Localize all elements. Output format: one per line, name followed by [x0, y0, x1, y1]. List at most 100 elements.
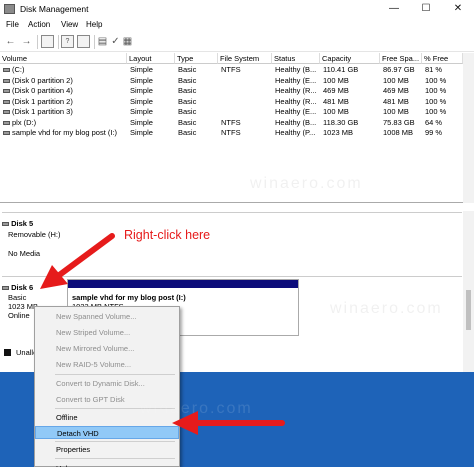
- menu-help[interactable]: Help: [86, 20, 102, 29]
- title-bar: Disk Management — ☐ ✕: [0, 0, 474, 18]
- volume-icon: [3, 68, 10, 72]
- cell-type: Basic: [178, 107, 197, 116]
- cell-layout: Simple: [130, 65, 153, 74]
- volume-icon: [3, 78, 10, 83]
- disk-6-label[interactable]: Disk 6: [2, 283, 33, 293]
- menu-item-properties[interactable]: Properties: [35, 443, 179, 456]
- cell-percent-free: 81 %: [425, 65, 443, 74]
- watermark: winaero.com: [330, 300, 443, 317]
- menu-action[interactable]: Action: [28, 20, 50, 29]
- menu-view[interactable]: View: [61, 20, 78, 29]
- maximize-button[interactable]: ☐: [410, 0, 442, 18]
- menu-file[interactable]: File: [6, 20, 19, 29]
- cell-layout: Simple: [130, 107, 153, 116]
- cell-capacity: 118.30 GB: [323, 117, 359, 127]
- menu-separator: [55, 458, 175, 459]
- table-row[interactable]: (Disk 0 partition 2) Simple Basic Healthy (…: [0, 76, 474, 86]
- cell-status: Healthy (B...: [275, 65, 317, 74]
- cell-percent-free: 100 %: [425, 75, 447, 85]
- help-icon[interactable]: ?: [61, 35, 74, 48]
- column-header-type[interactable]: Type: [175, 53, 218, 64]
- connect-icon[interactable]: ▤: [96, 35, 109, 48]
- menu-item-new-raid-5-volume: New RAID-5 Volume...: [56, 360, 132, 369]
- cell-layout: Simple: [130, 96, 153, 106]
- cell-capacity: 100 MB: [323, 75, 349, 85]
- watermark: winaero.com: [140, 400, 253, 417]
- minimize-button[interactable]: —: [378, 0, 410, 18]
- column-header-volume[interactable]: Volume: [0, 53, 127, 64]
- column-header-free-space[interactable]: Free Spa...: [380, 53, 422, 64]
- list-view-icon[interactable]: ▦: [121, 35, 134, 48]
- cell-type: Basic: [178, 117, 197, 127]
- disk-5-label[interactable]: Disk 5: [2, 219, 33, 229]
- disk-5-status: No Media: [8, 249, 41, 258]
- table-scrollbar[interactable]: [463, 53, 474, 203]
- console-tree-icon[interactable]: [41, 35, 54, 48]
- unallocated-legend-swatch: [4, 349, 11, 356]
- forward-arrow-icon[interactable]: →: [20, 35, 33, 48]
- cell-capacity: 110.41 GB: [323, 65, 359, 74]
- cell-free-space: 100 MB: [383, 107, 409, 116]
- toolbar-separator: [94, 35, 95, 49]
- menu-item-convert-to-dynamic-disk: Convert to Dynamic Disk...: [56, 379, 145, 388]
- cell-type: Basic: [178, 75, 197, 85]
- window-title: Disk Management: [20, 4, 89, 14]
- cell-file-system: NTFS: [221, 65, 241, 74]
- volume-icon: [3, 120, 10, 125]
- disk-5-row: Disk 5 Removable (H:) No Media: [2, 212, 462, 272]
- cell-percent-free: 100 %: [425, 96, 447, 106]
- menu-item-help[interactable]: Help: [35, 462, 179, 467]
- menu-item-detach-vhd[interactable]: Detach VHD: [35, 426, 179, 439]
- cell-volume: sample vhd for my blog post (I:): [12, 128, 118, 137]
- disk-6-status: Online: [8, 311, 30, 320]
- volume-icon: [3, 99, 10, 104]
- cell-percent-free: 99 %: [425, 128, 443, 137]
- column-header-layout[interactable]: Layout: [127, 53, 175, 64]
- cell-type: Basic: [178, 86, 197, 95]
- cell-free-space: 1008 MB: [383, 128, 414, 137]
- menu-item-new-spanned-volume: New Spanned Volume...: [56, 312, 137, 321]
- column-header-capacity[interactable]: Capacity: [320, 53, 380, 64]
- table-row[interactable]: plx (D:) Simple Basic NTFS Healthy (B... 118.…: [0, 118, 474, 128]
- graph-scrollbar-thumb[interactable]: [466, 290, 471, 330]
- close-button[interactable]: ✕: [442, 0, 474, 18]
- disk-context-menu: New Spanned Volume... New Striped Volume.…: [34, 306, 180, 467]
- cell-file-system: NTFS: [221, 128, 241, 137]
- volume-icon: [3, 89, 10, 93]
- cell-percent-free: 100 %: [425, 107, 447, 116]
- cell-free-space: 75.83 GB: [383, 117, 415, 127]
- volume-icon: [3, 110, 10, 114]
- cell-free-space: 100 MB: [383, 75, 409, 85]
- cell-volume: (Disk 1 partition 3): [12, 107, 73, 116]
- watermark: winaero.com: [250, 175, 363, 192]
- cell-layout: Simple: [130, 117, 153, 127]
- disk-5-type: Removable (H:): [8, 230, 61, 239]
- cell-status: Healthy (E...: [275, 107, 317, 116]
- table-row[interactable]: (C:) Simple Basic NTFS Healthy (B... 110.41 G…: [0, 65, 474, 75]
- cell-volume: (Disk 0 partition 2): [12, 75, 73, 85]
- cell-status: Healthy (R...: [275, 86, 317, 95]
- properties-icon[interactable]: [77, 35, 90, 48]
- toolbar-separator: [37, 35, 38, 49]
- toolbar-separator: [58, 35, 59, 49]
- menu-separator: [55, 441, 175, 442]
- cell-file-system: NTFS: [221, 117, 241, 127]
- column-header-file-system[interactable]: File System: [218, 53, 272, 64]
- cell-status: Healthy (R...: [275, 96, 317, 106]
- cell-status: Healthy (E...: [275, 75, 317, 85]
- cell-capacity: 469 MB: [323, 86, 349, 95]
- column-header-percent-free[interactable]: % Free: [422, 53, 463, 64]
- table-row[interactable]: sample vhd for my blog post (I:) Simple Ba…: [0, 128, 474, 138]
- cell-status: Healthy (B...: [275, 117, 317, 127]
- cell-type: Basic: [178, 96, 197, 106]
- table-row[interactable]: (Disk 0 partition 4) Simple Basic Healthy (…: [0, 86, 474, 96]
- table-row[interactable]: (Disk 1 partition 3) Simple Basic Healthy (…: [0, 107, 474, 117]
- column-header-status[interactable]: Status: [272, 53, 320, 64]
- table-row[interactable]: (Disk 1 partition 2) Simple Basic Healthy (…: [0, 97, 474, 107]
- cell-type: Basic: [178, 128, 197, 137]
- cell-capacity: 481 MB: [323, 96, 349, 106]
- back-arrow-icon[interactable]: ←: [4, 35, 17, 48]
- cell-layout: Simple: [130, 86, 153, 95]
- disk-management-app-icon: [4, 4, 15, 14]
- cell-volume: plx (D:): [12, 117, 37, 127]
